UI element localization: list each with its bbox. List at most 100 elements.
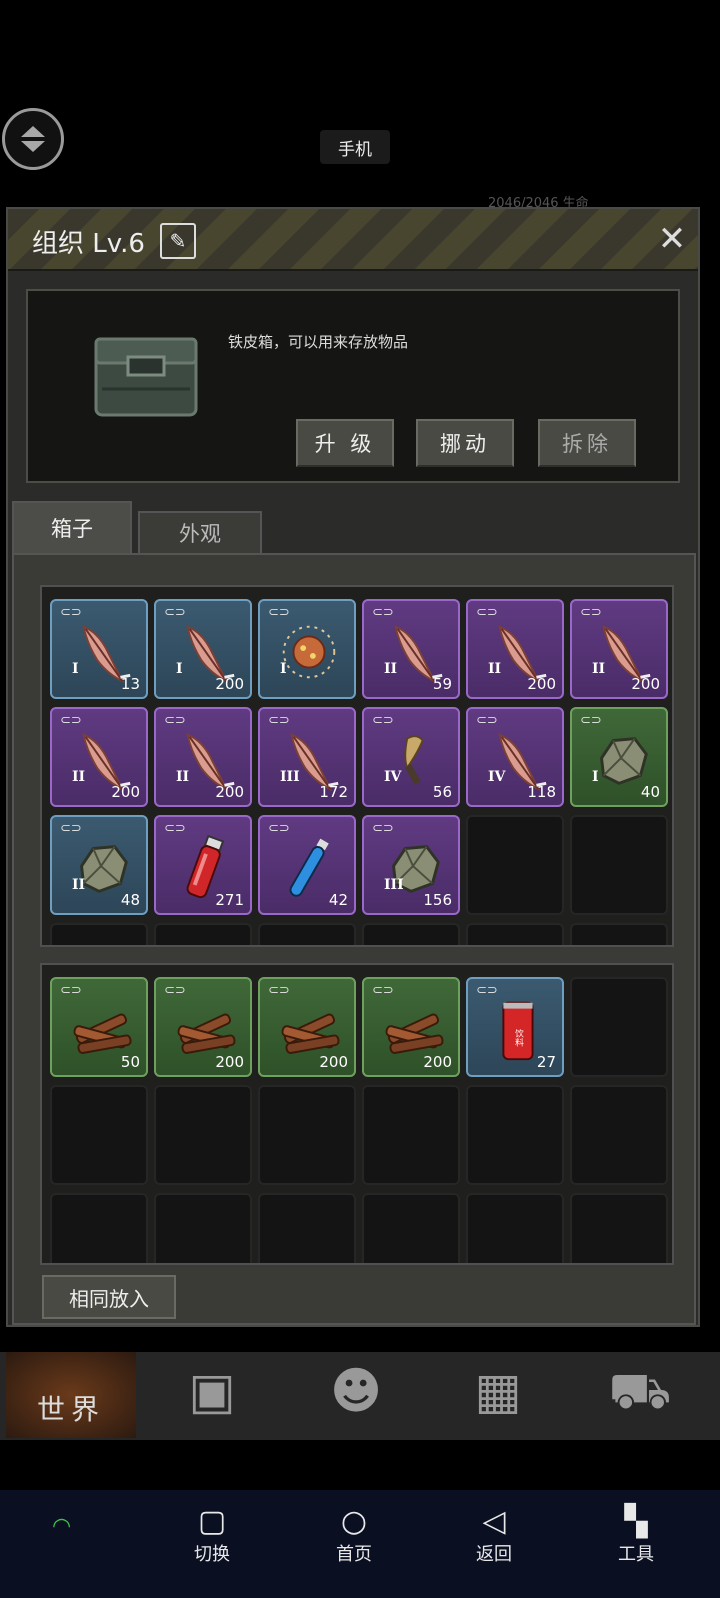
empty-slot[interactable]: [154, 1193, 252, 1263]
empty-slot[interactable]: [570, 977, 668, 1077]
item-slot[interactable]: ⊂⊃ 200: [154, 977, 252, 1077]
nav-home[interactable]: ○ 首页: [314, 1504, 394, 1566]
backpack-icon[interactable]: ▣: [172, 1356, 252, 1426]
tier-label: I: [72, 661, 79, 677]
empty-slot[interactable]: [362, 923, 460, 945]
tier-label: II: [592, 661, 606, 677]
empty-slot[interactable]: [50, 923, 148, 945]
close-icon[interactable]: ✕: [654, 221, 690, 257]
tier-label: IV: [488, 769, 506, 785]
tier-label: II: [72, 877, 86, 893]
circle-icon: ○: [340, 1504, 368, 1539]
cart-icon[interactable]: ⛟: [600, 1356, 680, 1426]
arrow-down-icon: [21, 141, 45, 152]
edit-icon[interactable]: ✎: [160, 223, 196, 259]
item-slot[interactable]: ⊂⊃ 200: [258, 977, 356, 1077]
phone-label[interactable]: 手机: [320, 130, 390, 164]
box-content: ⊂⊃ I 13 ⊂⊃ I 200 ⊂⊃ I ⊂⊃ II 59 ⊂⊃ II 200 ⊂⊃ II 200 ⊂⊃ II 20…: [12, 553, 696, 1325]
put-same-button[interactable]: 相同放入: [42, 1275, 176, 1319]
item-slot[interactable]: ⊂⊃ 200: [362, 977, 460, 1077]
item-slot[interactable]: ⊂⊃ II 200: [570, 599, 668, 699]
empty-slot[interactable]: [50, 1193, 148, 1263]
empty-slot[interactable]: [362, 1193, 460, 1263]
inventory-grid[interactable]: ⊂⊃ 50 ⊂⊃ 200 ⊂⊃ 200 ⊂⊃ 200 ⊂⊃ 饮料 27: [40, 963, 674, 1265]
empty-slot[interactable]: [258, 1085, 356, 1185]
nav-back-label: 返回: [476, 1544, 512, 1565]
item-slot[interactable]: ⊂⊃ II 200: [466, 599, 564, 699]
quantity-label: 200: [111, 783, 140, 801]
panel-title: 组织 Lv.6: [32, 229, 145, 259]
empty-slot[interactable]: [466, 815, 564, 915]
world-button[interactable]: 世界: [6, 1352, 136, 1438]
system-nav-bar: ◠ ▢ 切换 ○ 首页 ◁ 返回 ▚ 工具: [0, 1490, 720, 1598]
empty-slot[interactable]: [466, 1085, 564, 1185]
empty-slot[interactable]: [258, 1193, 356, 1263]
toggle-float-button[interactable]: [2, 108, 64, 170]
nav-back[interactable]: ◁ 返回: [454, 1504, 534, 1566]
panel-header: 组织 Lv.6 ✎ ✕: [8, 209, 698, 271]
storage-panel: 组织 Lv.6 ✎ ✕ 铁皮箱，可以用来存放物品 升 级 挪动 拆除 箱子 外观…: [6, 207, 700, 1327]
quantity-label: 200: [631, 675, 660, 693]
game-bottom-bar: 世界 ▣ ☻ ▦ ⛟: [0, 1352, 720, 1440]
storage-grid[interactable]: ⊂⊃ I 13 ⊂⊃ I 200 ⊂⊃ I ⊂⊃ II 59 ⊂⊃ II 200 ⊂⊃ II 200 ⊂⊃ II 20…: [40, 585, 674, 947]
tier-label: III: [280, 769, 300, 785]
wifi-icon: ◠: [52, 1514, 72, 1539]
nav-tools-label: 工具: [618, 1544, 654, 1565]
item-slot[interactable]: ⊂⊃ I: [258, 599, 356, 699]
empty-slot[interactable]: [466, 923, 564, 945]
tier-label: II: [384, 661, 398, 677]
nav-home-label: 首页: [336, 1544, 372, 1565]
quantity-label: 200: [215, 675, 244, 693]
square-icon: ▢: [197, 1504, 227, 1539]
item-slot[interactable]: ⊂⊃ II 200: [154, 707, 252, 807]
item-slot[interactable]: ⊂⊃ IV 118: [466, 707, 564, 807]
quantity-label: 156: [423, 891, 452, 909]
empty-slot[interactable]: [154, 923, 252, 945]
upgrade-button[interactable]: 升 级: [296, 419, 394, 467]
item-slot[interactable]: ⊂⊃ I 40: [570, 707, 668, 807]
tier-label: I: [176, 661, 183, 677]
move-button[interactable]: 挪动: [416, 419, 514, 467]
quantity-label: 271: [215, 891, 244, 909]
item-slot[interactable]: ⊂⊃ 271: [154, 815, 252, 915]
empty-slot[interactable]: [154, 1085, 252, 1185]
head-icon[interactable]: ☻: [316, 1356, 396, 1426]
item-slot[interactable]: ⊂⊃ 50: [50, 977, 148, 1077]
item-slot[interactable]: ⊂⊃ II 48: [50, 815, 148, 915]
quantity-label: 172: [319, 783, 348, 801]
nav-tools[interactable]: ▚ 工具: [596, 1504, 676, 1566]
item-slot[interactable]: ⊂⊃ II 59: [362, 599, 460, 699]
quantity-label: 200: [215, 1053, 244, 1071]
empty-slot[interactable]: [570, 815, 668, 915]
item-slot[interactable]: ⊂⊃ I 200: [154, 599, 252, 699]
empty-slot[interactable]: [50, 1085, 148, 1185]
empty-slot[interactable]: [258, 923, 356, 945]
empty-slot[interactable]: [362, 1085, 460, 1185]
item-slot[interactable]: ⊂⊃ III 172: [258, 707, 356, 807]
quantity-label: 200: [527, 675, 556, 693]
item-slot[interactable]: ⊂⊃ I 13: [50, 599, 148, 699]
item-slot[interactable]: ⊂⊃ III 156: [362, 815, 460, 915]
empty-slot[interactable]: [466, 1193, 564, 1263]
tab-appearance[interactable]: 外观: [138, 511, 262, 553]
empty-slot[interactable]: [570, 923, 668, 945]
tier-label: III: [384, 877, 404, 893]
tier-label: I: [592, 769, 599, 785]
empty-slot[interactable]: [570, 1193, 668, 1263]
empty-slot[interactable]: [570, 1085, 668, 1185]
item-slot[interactable]: ⊂⊃ 饮料 27: [466, 977, 564, 1077]
quantity-label: 200: [319, 1053, 348, 1071]
item-slot[interactable]: ⊂⊃ 42: [258, 815, 356, 915]
tier-label: II: [488, 661, 502, 677]
item-slot[interactable]: ⊂⊃ IV 56: [362, 707, 460, 807]
tab-box[interactable]: 箱子: [12, 501, 132, 553]
chest-icon: [94, 337, 198, 417]
back-triangle-icon: ◁: [482, 1504, 506, 1539]
calculator-icon[interactable]: ▦: [458, 1356, 538, 1426]
item-slot[interactable]: ⊂⊃ II 200: [50, 707, 148, 807]
tier-label: IV: [384, 769, 402, 785]
nav-switch[interactable]: ▢ 切换: [172, 1504, 252, 1566]
arrow-up-icon: [21, 126, 45, 137]
dismantle-button[interactable]: 拆除: [538, 419, 636, 467]
nav-switch-label: 切换: [194, 1544, 230, 1565]
